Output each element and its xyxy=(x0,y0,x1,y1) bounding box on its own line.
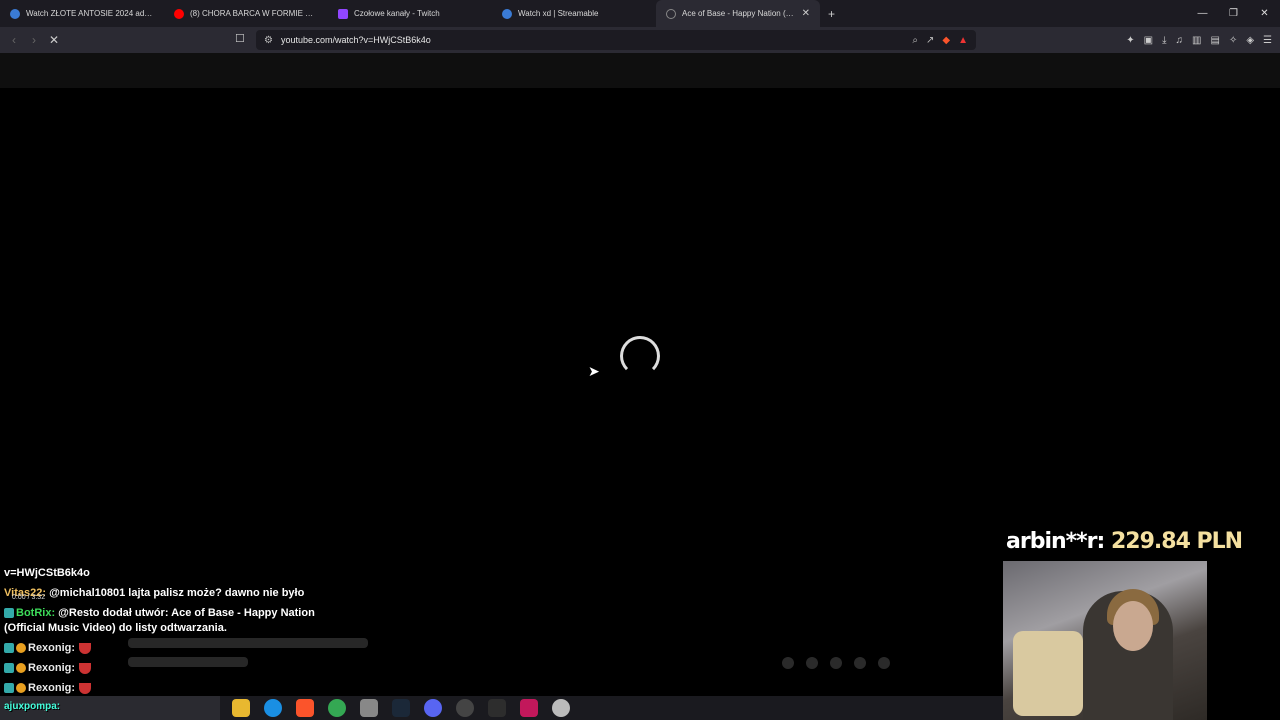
forward-button[interactable]: › xyxy=(24,33,44,47)
chrome-icon[interactable] xyxy=(328,699,346,717)
subscriber-badge-icon xyxy=(4,683,14,694)
window-controls: — ❐ ✕ xyxy=(1187,0,1280,27)
windows-taskbar: ⌕ xyxy=(0,696,1003,720)
emote-icon xyxy=(79,682,92,694)
zoom-icon[interactable]: ⌕ xyxy=(912,35,918,46)
webcam-overlay xyxy=(1003,561,1207,720)
chat-username: Rexonig: xyxy=(28,642,76,654)
chair-shape xyxy=(1013,631,1083,716)
tab-3[interactable]: Czołowe kanały - Twitch xyxy=(328,0,492,27)
new-tab-button[interactable]: + xyxy=(820,7,843,21)
restore-button[interactable]: ❐ xyxy=(1218,0,1249,27)
tab-2[interactable]: (8) CHORA BARCA W FORMIE MUTAN xyxy=(164,0,328,27)
discord-icon[interactable] xyxy=(424,699,442,717)
youtube-header xyxy=(0,53,1280,88)
tab-4[interactable]: Watch xd | Streamable xyxy=(492,0,656,27)
steam-icon[interactable] xyxy=(392,699,410,717)
tab-title: Ace of Base - Happy Nation (Offi xyxy=(682,9,796,18)
vpn-icon[interactable]: ◈ xyxy=(1246,35,1254,46)
tab-5-active[interactable]: Ace of Base - Happy Nation (Offi ✕ xyxy=(656,0,820,27)
player-time: 0:00 / 3:32 xyxy=(12,594,46,601)
donation-alert: arbin**r: 229.84 PLN xyxy=(1006,529,1243,554)
url-text[interactable]: youtube.com/watch?v=HWjCStB6k4o xyxy=(281,35,904,45)
leo-ai-icon[interactable]: ✧ xyxy=(1229,35,1237,46)
twitch-icon xyxy=(338,8,348,19)
app-icon[interactable] xyxy=(552,699,570,717)
loading-icon xyxy=(666,8,676,19)
toolbar-extensions: ✦ ▣ ⤓ ♫ ▥ ▤ ✧ ◈ ☰ xyxy=(1126,30,1272,50)
skeleton-buttons xyxy=(782,657,890,669)
tab-title: Czołowe kanały - Twitch xyxy=(354,9,440,18)
obs-icon[interactable] xyxy=(456,699,474,717)
wallet-icon[interactable]: ▤ xyxy=(1210,35,1219,46)
media-icon[interactable]: ♫ xyxy=(1176,35,1184,46)
emote-icon xyxy=(79,662,92,674)
donor-name: arbin**r: xyxy=(1006,529,1105,554)
subscriber-badge-icon xyxy=(4,643,14,654)
close-tab-icon[interactable]: ✕ xyxy=(802,8,810,19)
tab-bar: Watch ZŁOTE ANTOSIE 2024 adamcy (8) CHOR… xyxy=(0,0,1280,27)
brave-icon[interactable] xyxy=(296,699,314,717)
level-badge-icon xyxy=(16,663,26,674)
app-icon[interactable] xyxy=(360,699,378,717)
chat-message: Rexonig: xyxy=(4,678,364,698)
downloads-icon[interactable]: ⤓ xyxy=(1162,35,1166,46)
tab-search-icon[interactable]: ▣ xyxy=(1144,35,1153,46)
tab-1[interactable]: Watch ZŁOTE ANTOSIE 2024 adamcy xyxy=(0,0,164,27)
tab-favicon-icon xyxy=(10,8,20,19)
youtube-icon xyxy=(174,8,184,19)
address-bar[interactable]: ⚙ youtube.com/watch?v=HWjCStB6k4o ⌕ ↗ ◆ … xyxy=(256,30,976,50)
brave-shield-icon[interactable]: ◆ xyxy=(942,35,950,46)
loading-spinner-icon xyxy=(620,336,660,376)
chat-message: Vitas22: @michal10801 lajta palisz może?… xyxy=(4,583,364,603)
bookmark-icon[interactable]: ☐ xyxy=(235,32,245,45)
chat-username: Rexonig: xyxy=(28,662,76,674)
mod-badge-icon xyxy=(4,608,14,619)
streamer-face xyxy=(1113,601,1153,651)
streamable-icon xyxy=(502,8,512,19)
chat-url-fragment: v=HWjCStB6k4o xyxy=(4,567,90,579)
tab-title: Watch xd | Streamable xyxy=(518,9,599,18)
subscriber-badge-icon xyxy=(4,663,14,674)
back-button[interactable]: ‹ xyxy=(4,33,24,47)
level-badge-icon xyxy=(16,683,26,694)
extensions-icon[interactable]: ✦ xyxy=(1126,35,1134,46)
menu-icon[interactable]: ☰ xyxy=(1263,35,1272,46)
tab-title: Watch ZŁOTE ANTOSIE 2024 adamcy xyxy=(26,9,154,18)
tab-title: (8) CHORA BARCA W FORMIE MUTAN xyxy=(190,9,318,18)
chat-message: Rexonig: xyxy=(4,658,364,678)
edge-icon[interactable] xyxy=(264,699,282,717)
stop-loading-button[interactable]: ✕ xyxy=(44,33,64,47)
chat-message: Rexonig: xyxy=(4,638,364,658)
sidebar-icon[interactable]: ▥ xyxy=(1192,35,1201,46)
app-icon[interactable] xyxy=(520,699,538,717)
mouse-cursor-icon: ➤ xyxy=(588,363,600,379)
emote-icon xyxy=(79,642,92,654)
brave-rewards-icon[interactable]: ▲ xyxy=(958,35,968,46)
donation-amount: 229.84 PLN xyxy=(1110,529,1243,554)
kick-icon[interactable] xyxy=(488,699,506,717)
chat-username: Rexonig: xyxy=(28,682,76,694)
chat-text: @michal10801 lajta palisz może? dawno ni… xyxy=(49,587,305,599)
minimize-button[interactable]: — xyxy=(1187,0,1218,27)
share-icon[interactable]: ↗ xyxy=(926,35,934,46)
site-info-icon[interactable]: ⚙ xyxy=(264,35,273,46)
taskbar-apps xyxy=(232,699,570,717)
chat-footer-user: ajuxpompa: xyxy=(4,701,61,712)
close-window-button[interactable]: ✕ xyxy=(1249,0,1280,27)
level-badge-icon xyxy=(16,643,26,654)
file-explorer-icon[interactable] xyxy=(232,699,250,717)
stream-chat-overlay: v=HWjCStB6k4o Vitas22: @michal10801 lajt… xyxy=(4,563,364,698)
